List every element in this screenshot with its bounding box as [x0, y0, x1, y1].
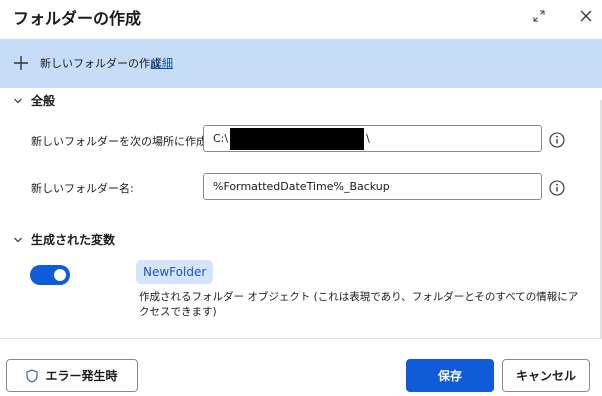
variable-description: 作成されるフォルダー オブジェクト (これは表現であり、フォルダーとそのすべての… — [139, 291, 579, 318]
parent-folder-label: 新しいフォルダーを次の場所に作成: — [31, 135, 211, 148]
shield-icon — [26, 368, 39, 383]
toggle-knob — [54, 269, 66, 281]
redacted-path — [230, 127, 365, 150]
section-general-header[interactable]: 全般 — [13, 92, 55, 109]
dialog-footer: エラー発生時 保存 キャンセル — [0, 338, 602, 396]
cancel-button[interactable]: キャンセル — [502, 359, 590, 392]
expand-icon — [533, 10, 545, 22]
variable-chip[interactable]: NewFolder — [136, 260, 214, 284]
plus-icon — [14, 56, 28, 70]
save-button[interactable]: 保存 — [406, 359, 494, 392]
folder-name-value: %FormattedDateTime%_Backup — [213, 180, 390, 193]
parent-folder-value-suffix: \ — [366, 132, 370, 145]
dialog-title: フォルダーの作成 — [13, 9, 142, 28]
on-error-label: エラー発生時 — [45, 369, 118, 383]
expand-button[interactable] — [527, 4, 551, 28]
dialog-content: 全般 新しいフォルダーを次の場所に作成: C:\ \ 新しいフォルダー名: %Fo… — [0, 88, 602, 338]
parent-folder-input[interactable]: C:\ \ — [203, 125, 542, 152]
action-banner: 新しいフォルダーの作成 詳細 — [0, 39, 602, 88]
section-variables-title: 生成された変数 — [31, 233, 116, 247]
section-general-title: 全般 — [31, 94, 56, 108]
details-link[interactable]: 詳細 — [151, 55, 173, 71]
info-icon[interactable] — [549, 132, 565, 148]
section-variables-header[interactable]: 生成された変数 — [13, 231, 115, 248]
folder-name-input[interactable]: %FormattedDateTime%_Backup — [203, 173, 542, 200]
folder-name-label: 新しいフォルダー名: — [31, 182, 134, 195]
chevron-down-icon — [14, 98, 22, 103]
parent-folder-value-prefix: C:\ — [213, 132, 229, 145]
close-button[interactable] — [574, 4, 598, 28]
info-icon[interactable] — [549, 180, 565, 196]
on-error-button[interactable]: エラー発生時 — [6, 359, 138, 392]
chevron-down-icon — [14, 237, 22, 242]
variable-toggle[interactable] — [30, 265, 70, 285]
dialog-titlebar: フォルダーの作成 — [0, 0, 602, 38]
banner-description: 新しいフォルダーの作成 — [40, 57, 161, 70]
close-icon — [580, 10, 592, 22]
